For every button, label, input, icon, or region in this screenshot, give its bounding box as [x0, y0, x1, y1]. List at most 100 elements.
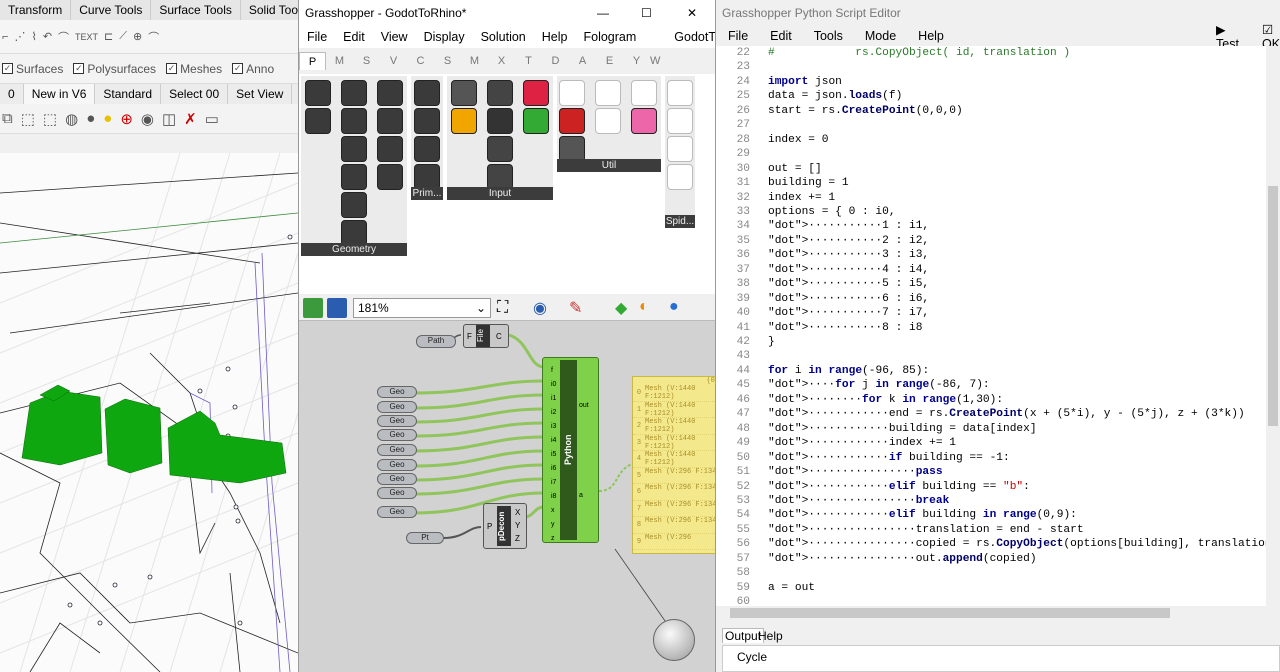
horizontal-scrollbar[interactable] [716, 606, 1266, 620]
checkbox[interactable]: ✓ [73, 63, 85, 74]
category-tab[interactable]: T [515, 52, 542, 70]
tab-surface-tools[interactable]: Surface Tools [151, 0, 241, 20]
component-icon[interactable] [377, 80, 403, 106]
close-button[interactable]: ✕ [687, 6, 697, 20]
text-icon[interactable]: TEXT [75, 32, 98, 42]
category-tab[interactable]: C [407, 52, 434, 70]
curve-tool-icon[interactable]: ⌇ [31, 30, 36, 43]
arrow-right-icon[interactable] [595, 80, 621, 106]
menu-help[interactable]: Help [906, 29, 954, 43]
component-icon[interactable] [341, 136, 367, 162]
curve-tool-icon[interactable]: ↶ [43, 30, 52, 43]
cd-icon[interactable] [631, 80, 657, 106]
component-icon[interactable] [667, 108, 693, 134]
pdecon-component[interactable]: P pDecon X Y Z [483, 503, 527, 549]
category-tab[interactable]: S [353, 52, 380, 70]
brush-icon[interactable]: ✎ [569, 298, 582, 318]
camera-icon[interactable]: ◉ [141, 110, 154, 128]
geo-param[interactable]: Geo [377, 487, 417, 499]
tab-curve-tools[interactable]: Curve Tools [71, 0, 152, 20]
component-icon[interactable] [341, 192, 367, 218]
menu-display[interactable]: Display [416, 30, 473, 44]
filter-meshes[interactable]: ✓ Meshes [166, 62, 222, 76]
menu-file[interactable]: File [716, 29, 758, 43]
menu-tools[interactable]: Tools [802, 29, 853, 43]
category-tab[interactable]: W [650, 52, 660, 70]
component-icon[interactable] [341, 108, 367, 134]
checkbox[interactable]: ✓ [2, 63, 13, 74]
cage-icon[interactable]: ⧉ [2, 110, 13, 127]
curve-tool-icon[interactable]: ⌐ [2, 31, 8, 43]
category-tab[interactable]: A [569, 52, 596, 70]
delete-icon[interactable]: ✗ [184, 110, 197, 128]
tab-new-in-v6[interactable]: New in V6 [23, 84, 96, 104]
component-icon[interactable] [377, 136, 403, 162]
python-component[interactable]: f i0 i1 i2 i3 i4 i5 i6 i7 i8 x y z Pytho… [542, 357, 599, 543]
checkbox[interactable]: ✓ [166, 63, 178, 74]
component-icon[interactable] [414, 108, 440, 134]
globe-icon[interactable]: ◍ [65, 110, 78, 128]
file-component[interactable]: F File C [463, 324, 509, 348]
geo-param[interactable]: Geo [377, 401, 417, 413]
zoom-dropdown[interactable]: 181% ⌄ [353, 298, 491, 318]
component-icon[interactable] [377, 164, 403, 190]
menu-edit[interactable]: Edit [335, 30, 373, 44]
maximize-button[interactable]: ☐ [641, 6, 652, 20]
filter-surfaces[interactable]: ✓ Surfaces [2, 62, 63, 76]
path-param[interactable]: Path [416, 335, 456, 348]
curve-tool-icon[interactable]: ⋰ [14, 30, 25, 43]
scrollbar-thumb[interactable] [730, 608, 1170, 618]
dimension-icon[interactable]: ⌒ [148, 29, 159, 45]
pt-param[interactable]: Pt [406, 532, 444, 544]
tab-0[interactable]: 0 [0, 84, 24, 104]
menu-fologram[interactable]: Fologram [575, 30, 644, 44]
filter-polysurfaces[interactable]: ✓ Polysurfaces [73, 62, 156, 76]
geo-param[interactable]: Geo [377, 444, 417, 456]
geo-param[interactable]: Geo [377, 415, 417, 427]
component-icon[interactable] [305, 108, 331, 134]
zoom-extents-icon[interactable]: ⛶ [497, 299, 508, 317]
category-tab[interactable]: X [488, 52, 515, 70]
clipping-icon[interactable]: ◫ [162, 110, 176, 128]
category-tab[interactable]: V [380, 52, 407, 70]
category-tab-params[interactable]: P [299, 52, 326, 70]
dimension-icon[interactable]: ⊏ [104, 30, 113, 43]
open-file-icon[interactable] [303, 298, 323, 318]
menu-solution[interactable]: Solution [473, 30, 534, 44]
scrollbar-thumb[interactable] [1268, 186, 1278, 426]
geo-param[interactable]: Geo [377, 459, 417, 471]
component-icon[interactable] [451, 80, 477, 106]
category-tab[interactable]: Y [623, 52, 650, 70]
output-panel[interactable]: {0} 0Mesh (V:1440 F:1212)1Mesh (V:1440 F… [632, 376, 715, 554]
component-icon[interactable] [487, 136, 513, 162]
save-icon[interactable] [327, 298, 347, 318]
gh-canvas[interactable]: Path F File C Geo Geo Geo Geo Geo Geo Ge… [299, 321, 715, 672]
component-icon[interactable] [523, 108, 549, 134]
shade-icon[interactable]: ◐ [639, 298, 649, 316]
tab-set-view[interactable]: Set View [228, 84, 293, 104]
tab-transform[interactable]: Transform [0, 0, 72, 20]
component-icon[interactable] [487, 108, 513, 134]
light-icon[interactable]: ● [103, 110, 112, 127]
category-tab[interactable]: S [434, 52, 461, 70]
tab-help[interactable]: Help [758, 629, 783, 643]
geo-param[interactable]: Geo [377, 386, 417, 398]
component-icon[interactable] [414, 80, 440, 106]
component-icon[interactable] [341, 80, 367, 106]
flask-icon[interactable] [631, 108, 657, 134]
arrow-right-outline-icon[interactable] [595, 108, 621, 134]
component-icon[interactable] [451, 108, 477, 134]
rhino-viewport[interactable] [0, 153, 298, 672]
category-tab[interactable]: M [461, 52, 488, 70]
component-icon[interactable] [667, 136, 693, 162]
dimension-icon[interactable]: ⊕ [133, 30, 142, 43]
component-icon[interactable] [341, 164, 367, 190]
sphere-display-icon[interactable]: ● [669, 298, 679, 316]
menu-help[interactable]: Help [534, 30, 576, 44]
target-icon[interactable]: ⊕ [120, 110, 133, 128]
vertical-scrollbar[interactable] [1266, 46, 1280, 606]
checkbox[interactable]: ✓ [232, 63, 244, 74]
component-icon[interactable] [414, 136, 440, 162]
geo-param[interactable]: Geo [377, 429, 417, 441]
component-icon[interactable] [667, 80, 693, 106]
